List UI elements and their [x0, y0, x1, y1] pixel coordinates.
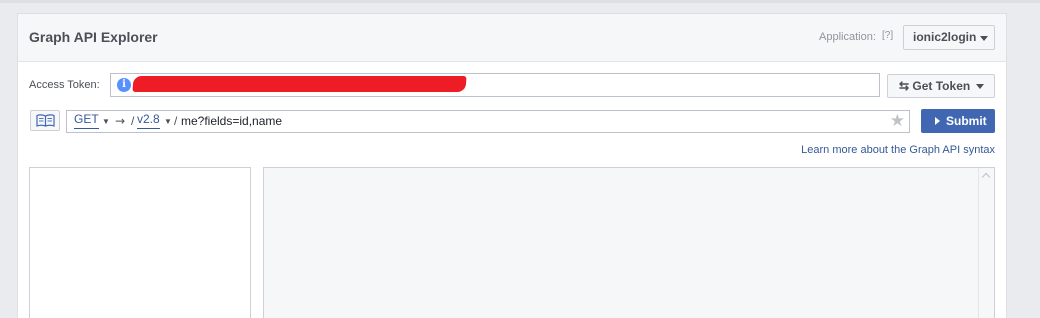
scrollbar[interactable]	[978, 168, 994, 318]
get-token-label: Get Token	[912, 79, 971, 93]
swap-arrows-icon: ⇆	[899, 79, 910, 93]
application-select[interactable]: ionic2login	[903, 25, 995, 50]
query-path[interactable]: me?fields=id,name	[181, 111, 282, 132]
panel-header: Graph API Explorer Application: [?] ioni…	[18, 14, 1006, 62]
chevron-down-icon	[980, 36, 988, 41]
book-icon	[36, 114, 55, 127]
response-pane[interactable]	[263, 167, 995, 318]
method-select[interactable]: GET	[74, 111, 99, 129]
token-redaction-mark	[132, 76, 467, 92]
application-label: Application:	[819, 31, 876, 43]
top-border	[0, 0, 1040, 3]
submit-button[interactable]: Submit	[921, 109, 995, 133]
submit-label: Submit	[946, 114, 987, 128]
learn-more-link[interactable]: Learn more about the Graph API syntax	[801, 144, 995, 156]
application-help-link[interactable]: [?]	[882, 30, 893, 41]
field-explorer-pane[interactable]	[29, 167, 251, 318]
arrow-separator: →	[115, 114, 126, 128]
star-icon[interactable]: ★	[890, 111, 905, 131]
path-slash: /	[174, 114, 178, 128]
version-select[interactable]: v2.8	[137, 111, 160, 129]
slash-separator: /	[131, 114, 135, 128]
scroll-up-icon[interactable]	[981, 172, 991, 182]
chevron-down-icon: ▼	[102, 117, 110, 126]
info-icon[interactable]: i	[117, 78, 131, 92]
application-select-value: ionic2login	[913, 30, 977, 44]
documentation-button[interactable]	[30, 110, 60, 131]
access-token-label: Access Token:	[29, 79, 100, 91]
play-icon	[935, 117, 940, 125]
page-title: Graph API Explorer	[29, 29, 158, 45]
get-token-button[interactable]: ⇆ Get Token	[887, 74, 995, 98]
graph-api-explorer-panel: Graph API Explorer Application: [?] ioni…	[17, 13, 1007, 318]
chevron-down-icon: ▼	[164, 117, 172, 126]
chevron-down-icon	[976, 84, 984, 89]
access-token-input[interactable]: i	[110, 73, 880, 97]
graph-query-input[interactable]: GET ▼ → / v2.8 ▼ / me?fields=id,name ★	[66, 110, 910, 133]
